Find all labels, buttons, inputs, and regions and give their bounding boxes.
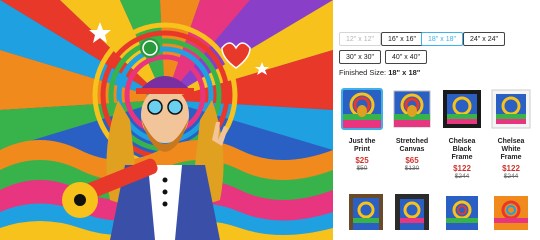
option-price: $25	[355, 156, 369, 165]
option-chelsea-white-frame[interactable]: Chelsea White Frame $122 $244	[490, 88, 532, 180]
option-thumbnail-dark-frame[interactable]	[391, 190, 433, 230]
size-option-18x18[interactable]: 18" x 18"	[421, 32, 463, 46]
canvas-preview-image	[393, 90, 431, 128]
dark-frame-preview-image	[395, 194, 429, 230]
option-thumbnail-metal[interactable]	[441, 190, 483, 230]
option-original-price: $130	[404, 165, 420, 172]
option-label-line: Chelsea	[497, 138, 525, 145]
option-label-line: Just the	[348, 138, 376, 145]
option-label-line: Black	[452, 146, 472, 153]
psychedelic-portrait-illustration	[0, 0, 333, 240]
canvas-thumbnail	[391, 88, 433, 130]
finished-size-label: Finished Size: 18" x 18"	[339, 68, 420, 77]
option-price: $122	[502, 164, 520, 173]
metal-preview-image	[446, 196, 478, 230]
option-thumbnail-acrylic[interactable]	[490, 190, 532, 230]
option-label-line: Frame	[451, 154, 473, 161]
option-label: Chelsea Black Frame	[441, 138, 483, 162]
black-frame-preview-image	[443, 90, 481, 128]
option-chelsea-black-frame[interactable]: Chelsea Black Frame $122 $244	[441, 88, 483, 180]
option-label-line: Print	[354, 146, 370, 153]
option-price: $122	[453, 164, 471, 173]
size-option-40x40[interactable]: 40" x 40"	[385, 50, 427, 64]
size-option-12x12[interactable]: 12" x 12"	[339, 32, 381, 46]
size-option-30x30[interactable]: 30" x 30"	[339, 50, 381, 64]
product-options-panel: 12" x 12" 16" x 16" 18" x 18" 24" x 24" …	[333, 0, 540, 240]
option-label: Chelsea White Frame	[490, 138, 532, 162]
option-just-the-print[interactable]: Just the Print $25 $50	[341, 88, 383, 172]
option-original-price: $244	[503, 173, 519, 180]
size-option-16x16[interactable]: 16" x 16"	[381, 32, 423, 46]
size-option-24x24[interactable]: 24" x 24"	[463, 32, 505, 46]
option-label: Stretched Canvas	[391, 138, 433, 154]
white-frame-preview-image	[491, 89, 531, 129]
option-label-line: Frame	[500, 154, 522, 161]
option-stretched-canvas[interactable]: Stretched Canvas $65 $130	[391, 88, 433, 172]
acrylic-preview-image	[494, 196, 528, 230]
option-original-price: $50	[356, 165, 368, 172]
finished-size-value: 18" x 18"	[388, 68, 421, 77]
finished-size-prefix: Finished Size:	[339, 68, 387, 77]
option-label-line: Chelsea	[448, 138, 476, 145]
option-label-line: Canvas	[399, 146, 425, 153]
print-thumbnail	[341, 88, 383, 130]
option-label-line: White	[501, 146, 521, 153]
artwork-image	[0, 0, 333, 240]
option-price: $65	[405, 156, 419, 165]
option-thumbnail-wood-frame[interactable]	[345, 190, 387, 230]
print-preview-image	[343, 90, 381, 128]
option-original-price: $244	[454, 173, 470, 180]
white-frame-thumbnail	[490, 88, 532, 130]
wood-frame-preview-image	[349, 194, 383, 230]
option-label: Just the Print	[341, 138, 383, 154]
option-label-line: Stretched	[395, 138, 429, 145]
black-frame-thumbnail	[441, 88, 483, 130]
